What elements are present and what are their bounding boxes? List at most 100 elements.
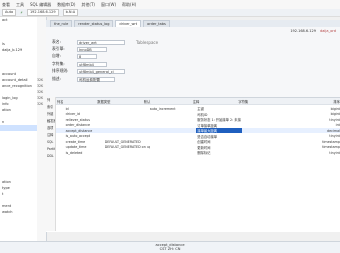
table-cell: order_distance: [65, 123, 91, 127]
table-cell: 订单接单距离: [197, 123, 218, 128]
editor-tabs: the_rule render_status_log driver_wrt order…: [46, 20, 340, 27]
menu-item-6[interactable]: 帮助(H): [122, 2, 136, 8]
table-cell: timestamp: [322, 145, 340, 149]
table-cell: driver_id: [65, 112, 80, 116]
form-label: 表引擎:: [52, 46, 65, 51]
property-tab[interactable]: 选项: [46, 125, 55, 132]
form-label: 排序规则:: [52, 68, 69, 73]
tab-1[interactable]: render_status_log: [74, 20, 114, 27]
table-cell: 接单最大距离: [196, 128, 243, 133]
db-select[interactable]: Auto: [2, 9, 17, 16]
property-tab[interactable]: SQL: [46, 139, 55, 146]
form-label: 表名:: [52, 39, 61, 44]
tablespace-label: Tablespace: [136, 39, 159, 45]
table-cell: 更新时间: [197, 145, 211, 150]
sidebar-size-column: 32K 32K 32K 32K 32K: [37, 17, 46, 241]
grid-header-cell[interactable]: 字符集: [238, 99, 305, 104]
table-cell: bigint: [330, 106, 340, 111]
grid-header-cell[interactable]: 数据类型: [97, 99, 143, 104]
menu-item-4[interactable]: 其他(T): [81, 2, 95, 8]
host-label: 192.168.6.129: [290, 29, 316, 33]
menu-item-2[interactable]: SQL 编辑器: [30, 2, 51, 8]
table-cell: DEFAULT_GENERATED: [104, 139, 141, 144]
table-cell: id: [65, 106, 69, 111]
property-tab[interactable]: DDL: [46, 153, 55, 160]
table-cell: 司机ID: [197, 112, 208, 117]
menu-bar: 查看 工具 SQL 编辑器 数据库(D) 其他(T) 窗口(W) 帮助(H): [0, 0, 340, 9]
table-cell: bigint: [330, 112, 340, 116]
form-input[interactable]: 8: [77, 53, 97, 59]
table-cell: DEFAULT_GENERATED on updat: [104, 145, 150, 149]
table-cell: timestamp: [322, 139, 340, 144]
table-cell: 创建时间: [197, 140, 211, 144]
table-cell: 是否自动接单: [197, 134, 218, 139]
tab-3[interactable]: order_tabs: [143, 20, 170, 27]
grid-header-cell[interactable]: 列名: [55, 99, 97, 104]
table-cell: 服务状态 1: 开始接单 2: 未接单: [197, 118, 242, 122]
host-select[interactable]: 192.168.6.129: [26, 9, 59, 16]
table-row[interactable]: id auto_increment 主键 bigint: [46, 106, 340, 112]
table-cell: 删除标记: [197, 151, 211, 155]
form-input[interactable]: utf8mb4: [77, 61, 107, 67]
schema-select[interactable]: b.N:A: [62, 9, 79, 16]
form-row: 描述: 司机运费配置: [52, 76, 115, 82]
connection-toolbar: Auto ⚡ 192.168.6.129 b.N:A: [0, 9, 340, 17]
table-cell: is_deleted: [65, 150, 83, 155]
status-locale: CST ZH: CN: [159, 247, 181, 251]
tab-0[interactable]: the_rule: [50, 20, 73, 27]
table-cell: tinyint: [329, 150, 340, 155]
form-input[interactable]: utf8mb4_general_ci: [77, 68, 125, 74]
form-label: 字符集:: [52, 61, 65, 66]
table-row[interactable]: driver_id 司机ID bigint: [46, 112, 340, 117]
table-cell: is_auto_accept: [65, 134, 91, 138]
properties-sidebar: 列索引外键触发器选项注释SQLPartitionDDL: [46, 97, 56, 231]
table-row[interactable]: is_auto_accept 是否自动接单 tinyint: [46, 134, 340, 139]
form-input[interactable]: driver_wrt: [77, 39, 125, 45]
form-row: 字符集: utf8mb4: [52, 61, 107, 67]
form-label: 描述:: [52, 76, 61, 81]
table-cell: tinyint: [329, 117, 340, 122]
schema-label: daija_ord: [320, 29, 336, 33]
form-row: 排序规则: utf8mb4_general_ci: [52, 68, 125, 74]
menu-item-0[interactable]: 查看: [2, 2, 10, 8]
table-size: 32K: [37, 102, 44, 106]
table-cell: update_time: [65, 145, 87, 149]
table-row[interactable]: update_time DEFAULT_GENERATED on updat 更新时…: [46, 145, 340, 150]
property-tab[interactable]: 触发器: [46, 118, 55, 125]
table-row[interactable]: accept_distance 接单最大距离 decimal: [46, 128, 340, 133]
menu-item-1[interactable]: 工具: [16, 2, 24, 8]
table-cell: auto_increment: [149, 106, 176, 111]
grid-header-cell[interactable]: 默认: [144, 99, 193, 104]
form-input[interactable]: 司机运费配置: [77, 76, 115, 82]
property-tab[interactable]: 注释: [46, 132, 55, 139]
status-bar: accept_distance CST ZH: CN: [0, 241, 340, 253]
connection-icon: ⚡: [20, 10, 23, 15]
form-row: 表引擎: InnoDB: [52, 46, 107, 52]
table-cell: accept_distance: [65, 128, 93, 133]
grid-header-cell[interactable]: 注释: [193, 99, 239, 104]
form-row: 自增: 8: [52, 53, 97, 59]
table-properties-panel: 192.168.6.129 daija_ord 表名: driver_wrt Tab…: [46, 27, 340, 97]
tab-2[interactable]: driver_wrt: [115, 20, 142, 27]
menu-item-3[interactable]: 数据库(D): [57, 2, 75, 8]
property-tab[interactable]: 索引: [46, 104, 55, 111]
form-label: 自增:: [52, 53, 61, 58]
table-cell: decimal: [327, 128, 340, 133]
table-row[interactable]: reliever_status 服务状态 1: 开始接单 2: 未接单 tinyin…: [46, 117, 340, 123]
table-row[interactable]: is_deleted 删除标记 tinyint: [46, 150, 340, 156]
menu-item-5[interactable]: 窗口(W): [101, 2, 116, 8]
tab-right-info: 192.168.6.129 daija_ord: [290, 29, 336, 33]
table-cell: 主键: [197, 107, 204, 111]
table-row[interactable]: create_time DEFAULT_GENERATED 创建时间 timestam…: [46, 139, 340, 145]
property-tab[interactable]: Partition: [46, 146, 55, 153]
table-cell: tinyint: [329, 134, 340, 138]
table-cell: int: [335, 123, 340, 127]
grid-header: #列名数据类型默认注释字符集排序: [46, 98, 340, 105]
property-tab[interactable]: 外键: [46, 111, 55, 118]
table-cell: reliever_status: [65, 117, 90, 122]
table-row[interactable]: order_distance 订单接单距离 int: [46, 123, 340, 128]
grid-header-cell[interactable]: 排序: [305, 99, 340, 104]
form-row: 表名: driver_wrt Tablespace: [52, 39, 158, 45]
property-tab[interactable]: 列: [46, 97, 55, 104]
form-input[interactable]: InnoDB: [77, 46, 107, 52]
